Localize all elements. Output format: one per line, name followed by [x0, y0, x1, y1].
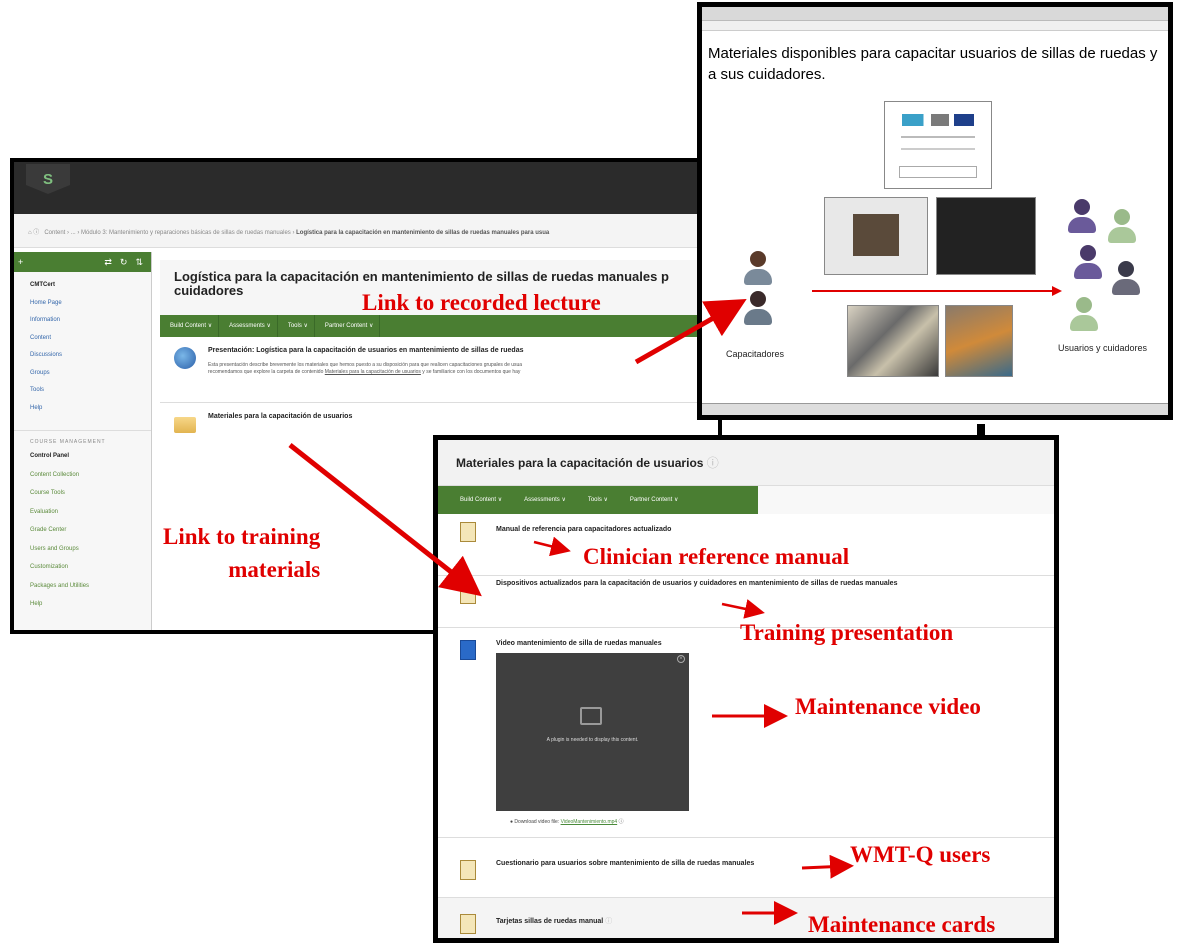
- arrow-wmtq-users: [801, 854, 854, 879]
- arrow-training-presentation: [721, 599, 765, 619]
- arrow-training-materials: [288, 443, 482, 597]
- arrow-recorded-lecture: [634, 299, 747, 365]
- annotation-arrows: [288, 299, 854, 925]
- arrow-clinician-manual: [533, 536, 571, 557]
